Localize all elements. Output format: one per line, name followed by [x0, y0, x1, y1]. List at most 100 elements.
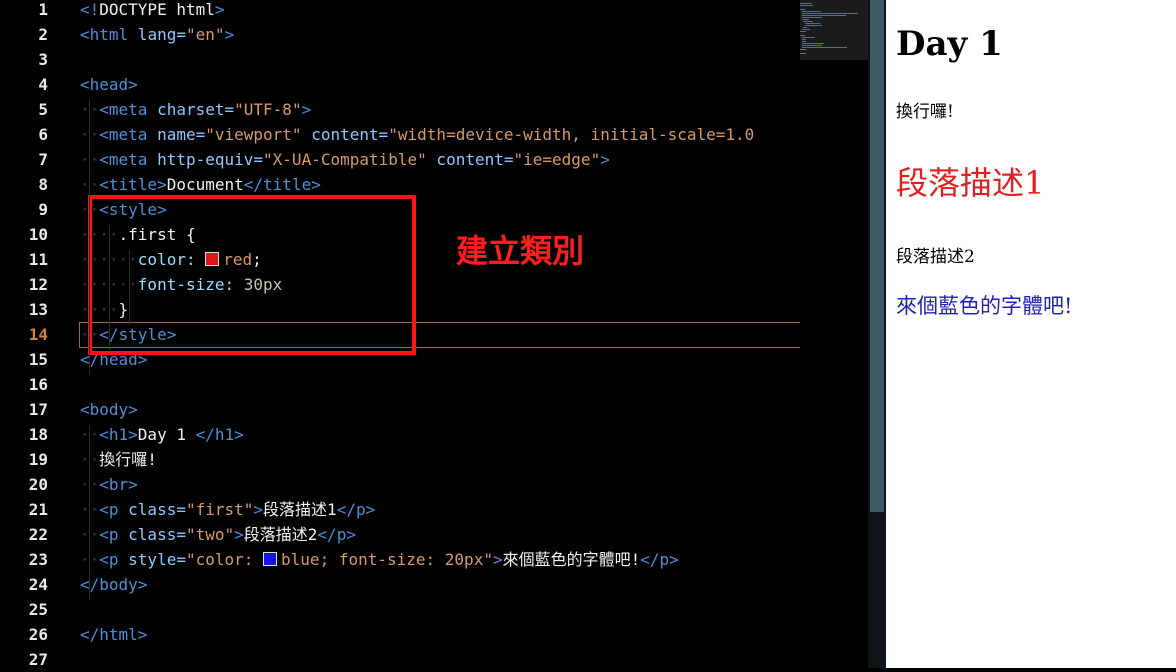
- line-number: 10: [28, 225, 48, 244]
- line-number: 5: [38, 100, 48, 119]
- minimap-line: [804, 25, 822, 26]
- line-code: <head>: [80, 72, 138, 97]
- minimap[interactable]: [800, 0, 868, 668]
- code-line[interactable]: 6 ··<meta name="viewport" content="width=…: [0, 122, 800, 147]
- code-line[interactable]: 18 ··<h1>Day 1 </h1>: [0, 422, 800, 447]
- code-token: "width=device-width, initial-scale=1.0: [388, 125, 755, 144]
- line-number: 26: [28, 625, 48, 644]
- line-code: ··<meta charset="UTF-8">: [80, 97, 311, 122]
- code-line[interactable]: 22 ··<p class="two">段落描述2</p>: [0, 522, 800, 547]
- browser-preview: Day 1 換行囉! 段落描述1 段落描述2 來個藍色的字體吧!: [886, 0, 1176, 668]
- code-line[interactable]: 8 ··<title>Document</title>: [0, 172, 800, 197]
- code-token: <meta: [99, 150, 148, 169]
- code-line[interactable]: 3: [0, 47, 800, 72]
- code-line[interactable]: 1 <!DOCTYPE html>: [0, 0, 800, 22]
- code-token: http-equiv=: [147, 150, 264, 169]
- minimap-line: [801, 41, 807, 42]
- line-number: 9: [38, 200, 48, 219]
- code-editor[interactable]: 1 <!DOCTYPE html> 2 <html lang="en"> 3 4 <head…: [0, 0, 868, 669]
- code-token: </p>: [640, 550, 679, 569]
- code-token: 換行囉!: [99, 450, 157, 469]
- code-token: "first": [185, 500, 254, 519]
- minimap-line: [800, 53, 806, 54]
- minimap-line: [800, 35, 805, 36]
- code-token: blue; font-size: 20px": [281, 550, 493, 569]
- line-code: </html>: [80, 622, 147, 647]
- code-token: "en": [185, 25, 225, 44]
- line-number: 13: [28, 300, 48, 319]
- code-token: Document: [166, 175, 244, 194]
- minimap-line: [801, 37, 816, 38]
- line-number: 7: [38, 150, 48, 169]
- code-line[interactable]: 20··<br>: [0, 472, 800, 497]
- line-number: 8: [38, 175, 48, 194]
- line-code: ··<p class="first">段落描述1</p>: [80, 497, 375, 522]
- line-code: ··<meta http-equiv="X-UA-Compatible" con…: [80, 147, 610, 172]
- code-line[interactable]: 27: [0, 647, 800, 672]
- minimap-line: [801, 29, 810, 30]
- code-token: </p>: [336, 500, 376, 519]
- preview-paragraph-first: 段落描述1: [896, 164, 1045, 202]
- line-code: ··<p style="color: blue; font-size: 20px…: [80, 547, 679, 572]
- color-swatch-icon[interactable]: [263, 552, 278, 566]
- minimap-line: [800, 9, 805, 10]
- code-line[interactable]: 24 </body>: [0, 572, 800, 597]
- code-line[interactable]: 25: [0, 597, 800, 622]
- line-number: 18: [28, 425, 48, 444]
- line-number: 21: [28, 500, 48, 519]
- code-token: >: [234, 525, 244, 544]
- line-code: <body>: [80, 397, 138, 422]
- indent-guide: [109, 225, 110, 350]
- code-token: <p: [99, 525, 119, 544]
- code-line[interactable]: 19 ··換行囉!: [0, 447, 800, 472]
- line-number: 19: [28, 450, 48, 469]
- line-code: ··換行囉!: [80, 447, 157, 472]
- minimap-line: [801, 39, 807, 40]
- code-token: <body>: [80, 400, 138, 419]
- scrollbar-thumb[interactable]: [870, 0, 884, 512]
- code-token: 段落描述1: [263, 500, 337, 519]
- preview-paragraph-blue: 來個藍色的字體吧!: [896, 294, 1073, 318]
- minimap-line: [803, 21, 813, 22]
- line-number: 6: [38, 125, 48, 144]
- code-line[interactable]: 21 ··<p class="first">段落描述1</p>: [0, 497, 800, 522]
- code-token: 段落描述2: [243, 525, 318, 544]
- code-token: >: [224, 25, 235, 44]
- line-number: 17: [28, 400, 48, 419]
- code-line[interactable]: 5 ··<meta charset="UTF-8">: [0, 97, 800, 122]
- code-token: 來個藍色的字體吧!: [502, 550, 641, 569]
- minimap-line: [800, 3, 812, 4]
- code-token: >: [492, 550, 503, 569]
- code-line[interactable]: 7 ··<meta http-equiv="X-UA-Compatible" co…: [0, 147, 800, 172]
- line-number: 23: [28, 550, 48, 569]
- line-number: 14: [28, 325, 48, 344]
- indent-guide: [89, 425, 90, 600]
- code-token: <title>: [99, 175, 167, 194]
- code-token: content=: [426, 150, 514, 169]
- code-line[interactable]: 16: [0, 372, 800, 397]
- annotation-label: 建立類別: [456, 232, 585, 270]
- code-token: </html>: [80, 625, 148, 644]
- code-line[interactable]: 17 <body>: [0, 397, 800, 422]
- code-token: content=: [301, 125, 389, 144]
- code-line[interactable]: 2 <html lang="en">: [0, 22, 800, 47]
- code-line[interactable]: 26 </html>: [0, 622, 800, 647]
- code-token: DOCTYPE html: [99, 0, 215, 19]
- code-token: <meta: [99, 125, 148, 144]
- code-token: name=: [147, 125, 206, 144]
- preview-heading: Day 1: [896, 24, 1003, 64]
- minimap-line: [801, 13, 858, 14]
- code-line[interactable]: 4 <head>: [0, 72, 800, 97]
- minimap-line: [801, 45, 823, 46]
- code-token: "ie=edge": [513, 150, 601, 169]
- code-token: </p>: [317, 525, 356, 544]
- code-token: Day 1: [137, 425, 196, 444]
- line-number: 16: [28, 375, 48, 394]
- line-code: <html lang="en">: [80, 22, 234, 47]
- code-token: charset=: [147, 100, 235, 119]
- minimap-line: [801, 19, 809, 20]
- indent-guide: [89, 100, 90, 375]
- code-line[interactable]: 23 ··<p style="color: blue; font-size: 20…: [0, 547, 800, 572]
- line-number: 22: [28, 525, 48, 544]
- code-token: style=: [118, 550, 186, 569]
